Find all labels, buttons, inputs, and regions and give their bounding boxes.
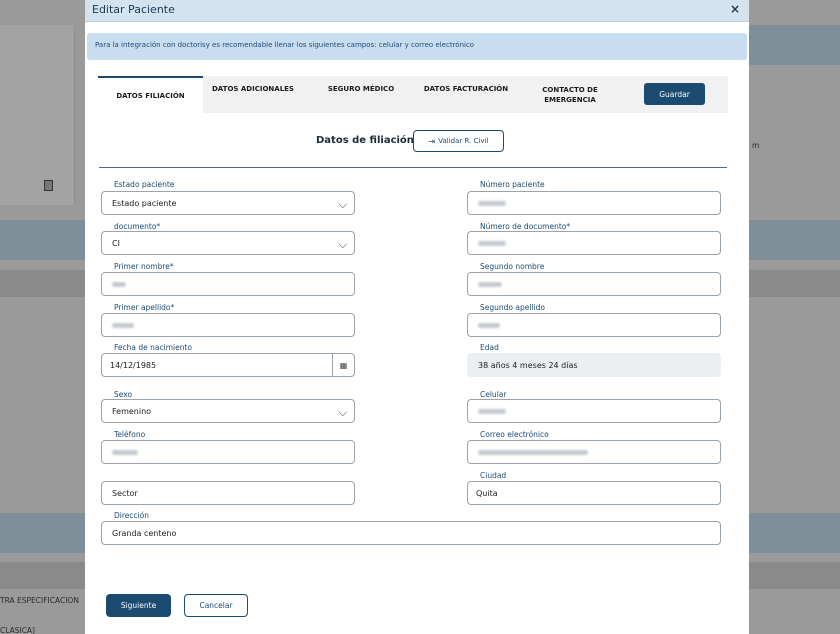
save-button[interactable]: Guardar [644,83,705,105]
calendar-icon[interactable]: ▦ [332,354,354,376]
modal-header: Editar Paciente × [85,0,749,22]
background-band [749,25,840,65]
numero-paciente-label: Número paciente [480,180,545,189]
redacted-value [112,322,134,328]
section-divider [99,167,727,168]
chevron-down-icon: ⌵ [338,198,347,211]
redacted-value [478,281,502,287]
ciudad-field[interactable]: Quita [467,481,721,505]
modal-title: Editar Paciente [92,3,175,16]
next-button[interactable]: Siguiente [106,594,171,617]
redacted-value [478,200,506,206]
tab-datos-adicionales[interactable]: DATOS ADICIONALES [208,76,298,113]
edad-value: 38 años 4 meses 24 días [478,360,578,370]
close-icon[interactable]: × [730,2,740,16]
numero-paciente-field[interactable] [467,191,721,215]
numero-documento-field[interactable] [467,231,721,255]
sexo-label: Sexo [114,390,133,399]
documento-value: CI [112,238,120,248]
sexo-value: Femenino [112,406,152,416]
info-alert: Para la integración con doctorisy es rec… [87,33,747,60]
estado-paciente-select[interactable]: Estado paciente ⌵ [101,191,355,215]
numero-documento-label: Número de documento* [480,222,571,231]
validate-button-label: Validar R. Civil [438,137,489,145]
sector-value: Sector [112,488,138,498]
background-card [0,25,75,205]
telefono-field[interactable] [101,440,355,464]
direccion-label: Dirección [114,511,150,520]
edad-label: Edad [480,343,499,352]
redacted-value [478,408,506,414]
primer-apellido-field[interactable] [101,313,355,337]
segundo-nombre-field[interactable] [467,272,721,296]
redacted-value [112,449,138,455]
correo-label: Correo electrónico [480,430,549,439]
primer-nombre-field[interactable] [101,272,355,296]
redacted-value [478,449,588,455]
tab-bar: DATOS FILIACIÓN DATOS ADICIONALES SEGURO… [98,76,728,113]
celular-label: Celular [480,390,507,399]
redacted-value [478,240,506,246]
documento-label: documento* [114,222,161,231]
chevron-down-icon: ⌵ [338,238,347,251]
celular-field[interactable] [467,399,721,423]
fecha-nacimiento-value: 14/12/1985 [110,360,157,370]
tab-contacto-emergencia[interactable]: CONTACTO DE EMERGENCIA [530,76,610,113]
fecha-nacimiento-label: Fecha de nacimiento [114,343,192,352]
segundo-apellido-field[interactable] [467,313,721,337]
redacted-value [112,281,126,287]
background-text: CLASICA] [0,626,35,634]
estado-paciente-value: Estado paciente [112,198,177,208]
background-text: m [752,141,760,150]
ciudad-label: Ciudad [480,471,507,480]
sexo-select[interactable]: Femenino ⌵ [101,399,355,423]
fecha-nacimiento-field[interactable]: 14/12/1985 ▦ [101,353,355,377]
segundo-apellido-label: Segundo apellido [480,303,545,312]
background-text: TRA ESPECIFICACION [0,596,79,605]
alert-text: Para la integración con doctorisy es rec… [95,41,475,49]
sign-in-icon: ⇥ [428,136,436,146]
trash-icon [44,180,53,191]
documento-select[interactable]: CI ⌵ [101,231,355,255]
correo-field[interactable] [467,440,721,464]
direccion-value: Granda centeno [112,528,177,538]
chevron-down-icon: ⌵ [338,406,347,419]
estado-paciente-label: Estado paciente [114,180,175,189]
primer-apellido-label: Primer apellido* [114,303,175,312]
direccion-field[interactable]: Granda centeno [101,521,721,545]
tab-datos-facturacion[interactable]: DATOS FACTURACIÓN [416,76,516,113]
cancel-button[interactable]: Cancelar [184,594,248,617]
redacted-value [478,322,500,328]
telefono-label: Teléfono [114,430,146,439]
section-title: Datos de filiación [316,135,414,146]
sector-field[interactable]: Sector [101,481,355,505]
primer-nombre-label: Primer nombre* [114,262,174,271]
edit-patient-modal: Editar Paciente × Para la integración co… [85,0,749,634]
segundo-nombre-label: Segundo nombre [480,262,545,271]
validate-civil-registry-button[interactable]: ⇥ Validar R. Civil [413,130,504,152]
tab-datos-filiacion[interactable]: DATOS FILIACIÓN [98,76,203,113]
edad-field: 38 años 4 meses 24 días [467,353,721,377]
tab-seguro-medico[interactable]: SEGURO MÉDICO [316,76,406,113]
ciudad-value: Quita [476,488,498,498]
